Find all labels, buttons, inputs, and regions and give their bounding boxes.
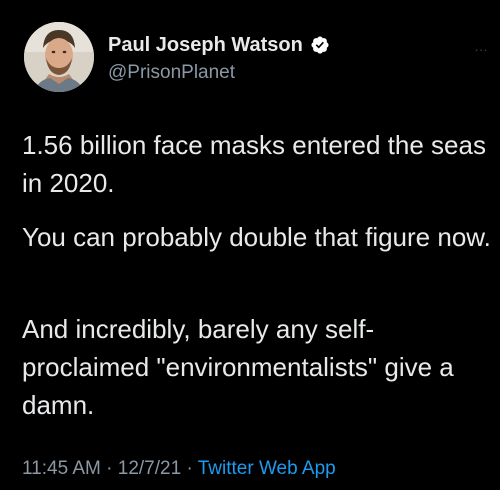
tweet-time[interactable]: 11:45 AM: [22, 458, 101, 479]
avatar[interactable]: [24, 22, 94, 92]
tweet-source-link[interactable]: Twitter Web App: [198, 458, 336, 479]
meta-separator: ·: [106, 458, 113, 479]
tweet-paragraph-1: 1.56 billion face masks entered the seas…: [22, 130, 486, 198]
tweet-paragraph-3: And incredibly, barely any self-proclaim…: [22, 314, 454, 420]
more-options-icon[interactable]: …: [474, 38, 490, 54]
avatar-image: [24, 22, 94, 92]
tweet-card: Paul Joseph Watson @PrisonPlanet … 1.56 …: [0, 0, 500, 490]
author-name-row: Paul Joseph Watson: [108, 32, 330, 58]
tweet-date[interactable]: 12/7/21: [118, 458, 181, 479]
meta-separator: ·: [186, 458, 193, 479]
author-handle[interactable]: @PrisonPlanet: [108, 62, 235, 84]
tweet-paragraph-2: You can probably double that figure now.: [22, 222, 491, 252]
author-display-name[interactable]: Paul Joseph Watson: [108, 34, 303, 57]
verified-badge-icon: [310, 35, 330, 55]
tweet-meta: 11:45 AM · 12/7/21 · Twitter Web App: [22, 458, 336, 480]
